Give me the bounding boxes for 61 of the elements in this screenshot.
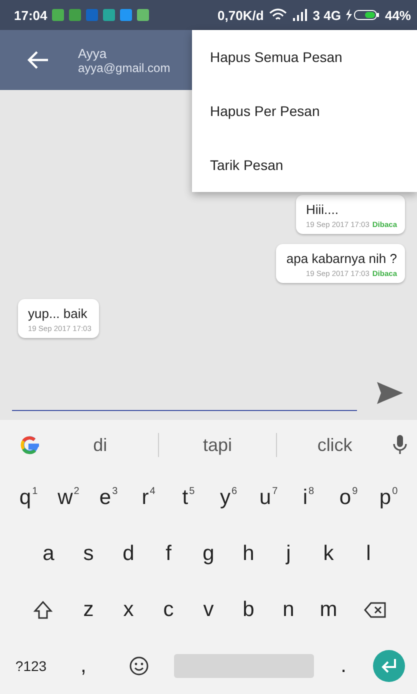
charging-battery-icon xyxy=(346,9,380,21)
clock: 17:04 xyxy=(14,8,48,22)
microphone-icon[interactable] xyxy=(392,434,407,456)
comma-key[interactable]: , xyxy=(63,644,104,688)
signal-icon xyxy=(292,9,308,21)
contact-name: Ayya xyxy=(78,46,108,60)
letter-key[interactable]: x xyxy=(108,588,148,632)
notification-icon xyxy=(120,9,132,21)
letter-key[interactable]: b xyxy=(228,588,268,632)
letter-key[interactable]: f xyxy=(148,532,188,576)
menu-item[interactable]: Hapus Per Pesan xyxy=(192,84,417,138)
letter-key[interactable]: e$^{3}$ xyxy=(88,476,128,520)
message-text: yup... baik xyxy=(28,306,88,321)
message-text: apa kabarnya nih ? xyxy=(286,251,397,266)
enter-key[interactable] xyxy=(372,650,405,682)
letter-key[interactable]: d xyxy=(108,532,148,576)
letter-key[interactable]: c xyxy=(148,588,188,632)
send-icon xyxy=(375,380,405,406)
letter-key[interactable]: u$^{7}$ xyxy=(248,476,288,520)
smiley-icon xyxy=(128,656,149,676)
letter-key[interactable]: w$^{2}$ xyxy=(48,476,88,520)
battery-percent: 44% xyxy=(384,8,411,22)
letter-key[interactable]: r$^{4}$ xyxy=(128,476,168,520)
network-speed: 0,70K/d xyxy=(218,8,264,22)
letter-key[interactable]: v xyxy=(188,588,228,632)
letter-key[interactable]: m xyxy=(308,588,348,632)
network-type: 3 4G xyxy=(312,8,341,22)
symbols-key[interactable]: ?123 xyxy=(8,644,54,688)
notification-icon xyxy=(69,9,82,21)
menu-item[interactable]: Tarik Pesan xyxy=(192,138,417,192)
letter-key[interactable]: a xyxy=(28,532,68,576)
letter-key[interactable]: s xyxy=(68,532,108,576)
suggestion[interactable]: click xyxy=(276,434,393,456)
notification-icon xyxy=(103,9,116,21)
letter-key[interactable]: t$^{5}$ xyxy=(168,476,208,520)
letter-key[interactable]: i$^{8}$ xyxy=(288,476,328,520)
letter-key[interactable]: l xyxy=(348,532,388,576)
enter-icon xyxy=(380,658,398,674)
suggestion[interactable]: di xyxy=(42,434,158,456)
contact-email: ayya@gmail.com xyxy=(78,60,170,74)
menu-item[interactable]: Hapus Semua Pesan xyxy=(192,30,417,84)
letter-key[interactable]: k xyxy=(308,532,348,576)
backspace-icon xyxy=(364,602,386,618)
letter-key[interactable]: h xyxy=(228,532,268,576)
message-text: Hiii.... xyxy=(306,202,338,217)
shift-icon xyxy=(32,600,52,620)
wifi-icon xyxy=(268,8,287,22)
back-arrow-icon xyxy=(26,50,50,70)
letter-key[interactable]: g xyxy=(188,532,228,576)
letter-key[interactable]: q$^{1}$ xyxy=(8,476,48,520)
notification-icon xyxy=(86,9,98,21)
letter-key[interactable]: y$^{6}$ xyxy=(208,476,248,520)
letter-key[interactable]: n xyxy=(268,588,308,632)
notification-icon xyxy=(52,9,64,21)
letter-key[interactable]: p$^{0}$ xyxy=(368,476,408,520)
letter-key[interactable]: o$^{9}$ xyxy=(328,476,368,520)
letter-key[interactable]: z xyxy=(68,588,108,632)
suggestion[interactable]: tapi xyxy=(159,434,276,456)
period-key[interactable]: . xyxy=(324,644,364,688)
letter-key[interactable]: j xyxy=(268,532,308,576)
notification-icon xyxy=(137,9,150,21)
